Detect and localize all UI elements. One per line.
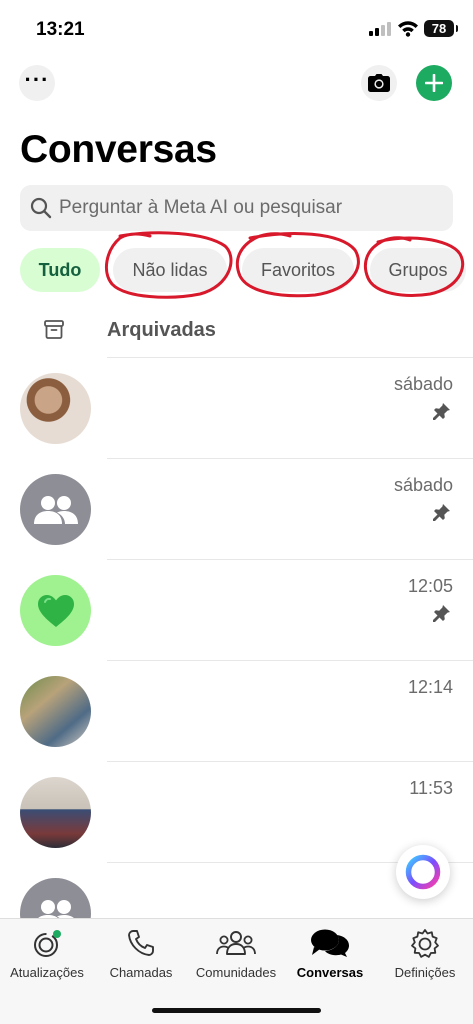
tab-communities[interactable]: Comunidades (189, 919, 283, 989)
green-heart-icon (37, 594, 74, 627)
tab-calls[interactable]: Chamadas (94, 919, 188, 989)
avatar (20, 878, 91, 918)
filter-chips: Tudo Não lidas Favoritos Grupos (0, 248, 473, 294)
avatar (20, 474, 91, 545)
chat-list-item[interactable]: 12:05 (0, 560, 473, 661)
tab-chats[interactable]: Conversas (283, 919, 377, 989)
chats-icon (311, 929, 349, 957)
battery-level: 78 (431, 21, 447, 36)
pin-icon (433, 403, 450, 420)
chat-timestamp: 11:53 (409, 778, 453, 798)
archived-row[interactable]: Arquivadas (0, 308, 473, 354)
wifi-icon (398, 21, 418, 37)
new-chat-button[interactable] (416, 65, 452, 101)
chip-label: Tudo (38, 259, 82, 280)
tab-label: Atualizações (10, 965, 84, 980)
avatar (20, 575, 91, 646)
chip-favorites[interactable]: Favoritos (242, 248, 354, 292)
pin-icon (433, 504, 450, 521)
plus-icon (425, 74, 443, 92)
group-icon (37, 899, 74, 918)
archive-icon (44, 320, 64, 339)
camera-button[interactable] (361, 65, 397, 101)
cellular-signal-icon (369, 22, 391, 36)
chat-list-item[interactable]: 11:53 (0, 762, 473, 863)
phone-icon (128, 930, 154, 956)
tab-label: Definições (394, 965, 456, 980)
chat-timestamp: sábado (393, 374, 453, 394)
tab-settings[interactable]: Definições (378, 919, 472, 989)
communities-icon (216, 931, 256, 955)
search-placeholder: Perguntar à Meta AI ou pesquisar (59, 197, 343, 218)
archived-label: Arquivadas (107, 319, 216, 341)
tab-updates[interactable]: Atualizações (0, 919, 94, 989)
page-title: Conversas (20, 128, 217, 171)
status-time: 13:21 (36, 19, 85, 40)
ellipsis-icon: ··· (24, 67, 50, 92)
avatar (20, 373, 91, 444)
camera-icon (368, 74, 390, 92)
tab-label: Chamadas (109, 965, 173, 980)
chat-list-item[interactable]: sábado (0, 358, 473, 459)
chip-label: Favoritos (260, 259, 336, 280)
chat-list-item[interactable]: 12:14 (0, 661, 473, 762)
chat-timestamp: 12:05 (407, 576, 453, 596)
chip-groups[interactable]: Grupos (370, 248, 466, 292)
settings-icon (411, 929, 439, 958)
battery-icon: 78 (424, 20, 458, 37)
tab-label: Conversas (296, 965, 364, 980)
chip-unread[interactable]: Não lidas (113, 248, 227, 292)
chat-timestamp: 12:14 (407, 677, 453, 697)
more-options-button[interactable]: ··· (19, 65, 55, 101)
meta-ai-icon (405, 854, 441, 890)
chip-all[interactable]: Tudo (20, 248, 100, 292)
status-icon (34, 930, 61, 957)
avatar (20, 676, 91, 747)
status-bar: 13:21 78 (0, 0, 473, 58)
home-indicator (152, 1008, 321, 1013)
tab-label: Comunidades (195, 965, 277, 980)
chat-list-item[interactable]: sábado (0, 459, 473, 560)
search-bar[interactable]: Perguntar à Meta AI ou pesquisar (20, 185, 453, 231)
pin-icon (433, 605, 450, 622)
meta-ai-button[interactable] (396, 845, 450, 899)
search-icon (30, 197, 52, 219)
avatar (20, 777, 91, 848)
chip-label: Não lidas (132, 259, 208, 280)
group-icon (33, 495, 78, 524)
chip-label: Grupos (388, 259, 448, 280)
chat-timestamp: sábado (393, 475, 453, 495)
